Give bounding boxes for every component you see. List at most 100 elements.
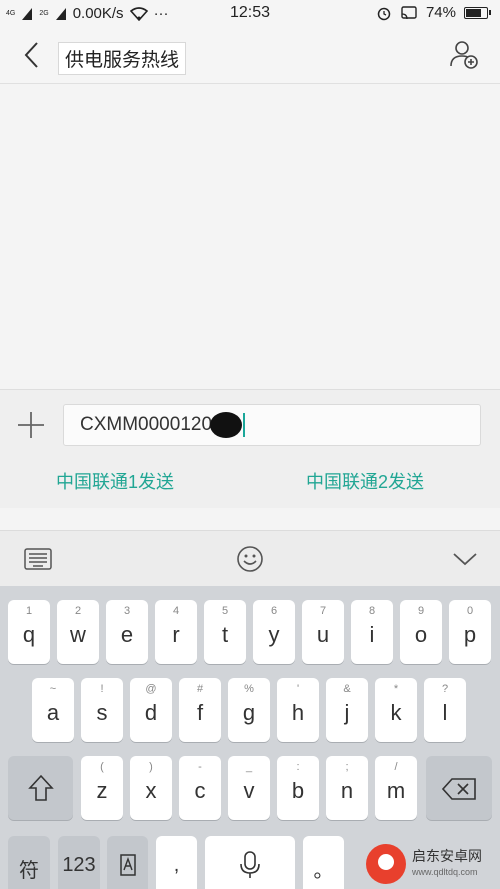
key-hint: 9	[417, 605, 425, 617]
emoji-icon[interactable]	[236, 545, 264, 573]
key-hint: -	[198, 761, 202, 773]
key-hint: 0	[466, 605, 474, 617]
key-l[interactable]: ? l	[424, 678, 466, 742]
key-char: d	[144, 700, 158, 725]
cast-icon	[401, 5, 417, 19]
composer: CXMM0000120 中国联通1发送 中国联通2发送	[0, 390, 500, 508]
send-sim1-button[interactable]: 中国联通1发送	[56, 468, 174, 494]
key-hint: 4	[172, 605, 180, 617]
key-hint: :	[296, 761, 300, 773]
key-char: p	[463, 622, 477, 647]
key-s[interactable]: ! s	[81, 678, 123, 742]
alarm-icon	[377, 7, 391, 20]
conversation-header: 供电服务热线	[0, 28, 500, 84]
key-x[interactable]: ) x	[130, 756, 172, 820]
key-hint: '	[296, 683, 300, 695]
key-m[interactable]: / m	[375, 756, 417, 820]
key-char: b	[291, 778, 305, 803]
key-k[interactable]: * k	[375, 678, 417, 742]
key-char: y	[268, 622, 280, 647]
key-b[interactable]: :b	[277, 756, 319, 820]
add-attachment-icon[interactable]	[16, 410, 46, 440]
key-z[interactable]: (z	[81, 756, 123, 820]
key-hint: %	[244, 683, 254, 695]
key-hint: 5	[221, 605, 229, 617]
key-v[interactable]: _ v	[228, 756, 270, 820]
voice-input-key[interactable]	[205, 836, 295, 889]
watermark: 启东安卓网 www.qdltdq.com	[366, 839, 496, 889]
key-hint: #	[196, 683, 204, 695]
key-char: e	[120, 622, 134, 647]
key-o[interactable]: 9o	[400, 600, 442, 664]
key-char: v	[243, 778, 255, 803]
key-q[interactable]: 1q	[8, 600, 50, 664]
keyboard-layout-icon[interactable]	[24, 548, 52, 570]
key-j[interactable]: & j	[326, 678, 368, 742]
watermark-name: 启东安卓网	[412, 848, 482, 864]
soft-keyboard: 符 123 , 。 启东安卓网 www.qdltdq.com 1q2w3e4r5…	[0, 586, 500, 889]
key-y[interactable]: 6y	[253, 600, 295, 664]
battery-percent: 74%	[425, 4, 456, 21]
key-hint: @	[145, 683, 157, 695]
key-char: k	[390, 700, 402, 725]
key-n[interactable]: ; n	[326, 756, 368, 820]
key-r[interactable]: 4r	[155, 600, 197, 664]
send-sim2-button[interactable]: 中国联通2发送	[306, 468, 424, 494]
status-bar: 4G 2G 0.00K/s ··· 12:53 74%	[0, 0, 500, 28]
key-char: m	[386, 778, 406, 803]
collapse-keyboard-icon[interactable]	[452, 551, 478, 567]
key-char: a	[46, 700, 60, 725]
back-arrow-icon[interactable]	[18, 40, 48, 70]
watermark-url: www.qdltdq.com	[412, 867, 478, 877]
keyboard-toolbar	[0, 530, 500, 586]
key-char: f	[196, 700, 204, 725]
key-g[interactable]: % g	[228, 678, 270, 742]
key-hint: /	[394, 761, 398, 773]
key-hint: 8	[368, 605, 376, 617]
key-t[interactable]: 5t	[204, 600, 246, 664]
key-char: t	[221, 622, 229, 647]
key-char: n	[340, 778, 354, 803]
message-input[interactable]: CXMM0000120	[63, 404, 481, 446]
key-hint: ?	[441, 683, 449, 695]
key-hint: _	[245, 761, 253, 773]
key-char: s	[96, 700, 108, 725]
key-hint: 1	[25, 605, 33, 617]
message-input-text: CXMM0000120	[80, 414, 213, 435]
comma-key[interactable]: ,	[156, 836, 197, 889]
language-switch-key[interactable]	[107, 836, 148, 889]
key-hint: *	[393, 683, 399, 695]
period-key[interactable]: 。	[303, 836, 344, 889]
key-hint: ~	[49, 683, 57, 695]
key-u[interactable]: 7u	[302, 600, 344, 664]
key-w[interactable]: 2w	[57, 600, 99, 664]
key-f[interactable]: # f	[179, 678, 221, 742]
key-hint: ;	[345, 761, 349, 773]
key-d[interactable]: @ d	[130, 678, 172, 742]
key-char: c	[194, 778, 206, 803]
key-c[interactable]: -c	[179, 756, 221, 820]
key-char: g	[242, 700, 256, 725]
key-e[interactable]: 3e	[106, 600, 148, 664]
symbol-key[interactable]: 符	[8, 836, 50, 889]
number-key[interactable]: 123	[58, 836, 100, 889]
message-list[interactable]	[0, 85, 500, 390]
key-char: i	[369, 622, 375, 647]
key-char: z	[96, 778, 108, 803]
key-hint: 7	[319, 605, 327, 617]
key-i[interactable]: 8i	[351, 600, 393, 664]
backspace-key[interactable]	[426, 756, 492, 820]
shift-key[interactable]	[8, 756, 73, 820]
key-h[interactable]: ' h	[277, 678, 319, 742]
key-char: l	[442, 700, 448, 725]
key-char: h	[291, 700, 305, 725]
key-char: j	[344, 700, 350, 725]
battery-icon	[464, 6, 491, 19]
add-contact-icon[interactable]	[448, 38, 480, 70]
key-hint: 6	[270, 605, 278, 617]
key-a[interactable]: ~ a	[32, 678, 74, 742]
key-p[interactable]: 0p	[449, 600, 491, 664]
key-hint: (	[100, 761, 104, 773]
key-char: o	[414, 622, 428, 647]
key-char: r	[172, 622, 180, 647]
